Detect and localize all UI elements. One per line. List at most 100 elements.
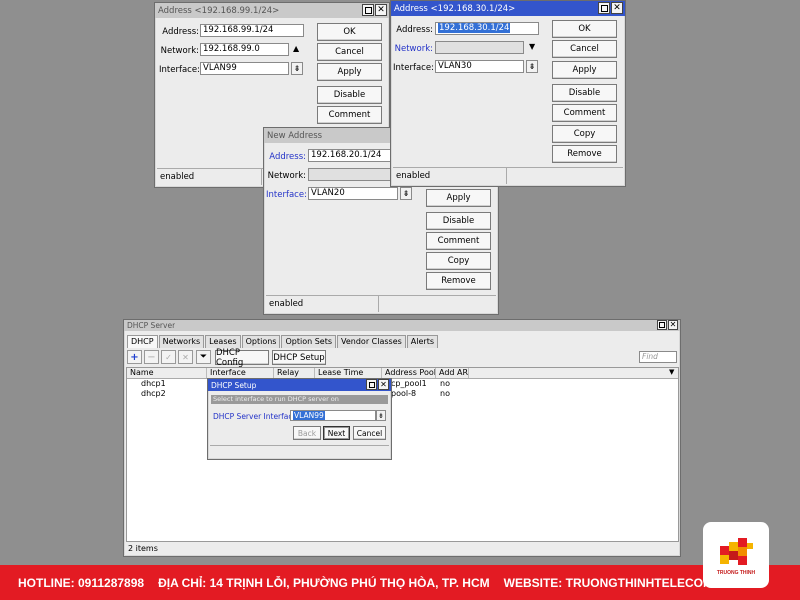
- dhcp-config-button[interactable]: DHCP Config: [215, 348, 269, 368]
- network-field[interactable]: 192.168.99.0: [200, 43, 289, 56]
- col-address-pool[interactable]: Address Pool: [382, 368, 436, 378]
- cancel-button[interactable]: Cancel: [353, 426, 386, 440]
- apply-button[interactable]: Apply: [317, 63, 382, 81]
- address-field[interactable]: 192.168.30.1/24: [435, 22, 539, 35]
- disable-button[interactable]: Disable: [426, 212, 491, 230]
- apply-button[interactable]: Apply: [552, 61, 617, 79]
- window-title: Address <192.168.99.1/24>: [158, 5, 280, 16]
- dhcp-interface-label: DHCP Server Interface:: [213, 412, 300, 421]
- col-add-arp[interactable]: Add AR...: [436, 368, 469, 378]
- find-input[interactable]: Find: [639, 351, 677, 363]
- status-cell: [379, 296, 496, 312]
- disable-icon[interactable]: ✕: [178, 350, 193, 364]
- interface-selected-text: VLAN99: [293, 411, 325, 420]
- close-icon[interactable]: ✕: [375, 4, 387, 16]
- apply-button[interactable]: Apply: [426, 189, 491, 207]
- address-label: Address:: [396, 25, 433, 35]
- title-bar[interactable]: Address <192.168.99.1/24> ✕: [155, 3, 389, 18]
- expand-arrow-icon[interactable]: ▼: [529, 42, 535, 51]
- row-arp: no: [440, 389, 450, 398]
- back-button: Back: [293, 426, 321, 440]
- disable-button[interactable]: Disable: [317, 86, 382, 104]
- col-lease-time[interactable]: Lease Time: [315, 368, 382, 378]
- hotline-text: HOTLINE: 0911287898: [18, 575, 145, 590]
- setup-hint-bar: Select interface to run DHCP server on: [211, 395, 388, 404]
- col-interface[interactable]: Interface: [207, 368, 274, 378]
- status-cell: [507, 168, 623, 184]
- address-label: Address:: [269, 152, 306, 162]
- col-filler: [469, 368, 666, 378]
- address-window-vlan30: Address <192.168.30.1/24> ✕ Address: 192…: [390, 0, 626, 187]
- interface-field[interactable]: VLAN20: [308, 187, 398, 200]
- dropdown-icon[interactable]: ⇟: [376, 410, 386, 421]
- cancel-button[interactable]: Cancel: [317, 43, 382, 61]
- address-selected-text: 192.168.30.1/24: [438, 23, 511, 33]
- tab-option-sets[interactable]: Option Sets: [281, 335, 336, 348]
- title-bar[interactable]: DHCP Server ✕: [124, 320, 680, 331]
- address-text: ĐỊA CHỈ: 14 TRỊNH LỖI, PHƯỜNG PHÚ THỌ HÒ…: [158, 575, 490, 590]
- tab-options[interactable]: Options: [241, 335, 281, 348]
- close-icon[interactable]: ✕: [378, 379, 389, 390]
- tab-vendor-classes[interactable]: Vendor Classes: [337, 335, 406, 348]
- status-text: enabled: [157, 169, 262, 185]
- dropdown-icon[interactable]: ⇟: [291, 62, 303, 75]
- enable-icon[interactable]: ✓: [161, 350, 176, 364]
- column-menu-icon[interactable]: ▼: [666, 368, 678, 378]
- interface-field[interactable]: VLAN30: [435, 60, 524, 73]
- tab-leases[interactable]: Leases: [205, 335, 241, 348]
- ok-button[interactable]: OK: [552, 20, 617, 38]
- maximize-icon[interactable]: [598, 2, 610, 14]
- dropdown-icon[interactable]: ⇟: [400, 187, 412, 200]
- title-bar[interactable]: Address <192.168.30.1/24> ✕: [391, 1, 625, 16]
- comment-button[interactable]: Comment: [317, 106, 382, 124]
- find-placeholder: Find: [642, 352, 658, 361]
- remove-icon[interactable]: −: [144, 350, 159, 364]
- logo-text: TRUONG THINH: [716, 570, 756, 576]
- remove-button[interactable]: Remove: [426, 272, 491, 290]
- company-logo: TRUONG THINH: [703, 522, 769, 588]
- collapse-arrow-icon[interactable]: ▲: [293, 44, 299, 53]
- ok-button[interactable]: OK: [317, 23, 382, 41]
- status-text: enabled: [266, 296, 379, 312]
- maximize-icon[interactable]: [366, 379, 377, 390]
- copy-button[interactable]: Copy: [552, 125, 617, 143]
- title-bar[interactable]: DHCP Setup ✕: [208, 379, 391, 391]
- tab-alerts[interactable]: Alerts: [406, 335, 439, 348]
- disable-button[interactable]: Disable: [552, 84, 617, 102]
- tab-bar: DHCP Networks Leases Options Option Sets…: [127, 335, 439, 348]
- comment-button[interactable]: Comment: [552, 104, 617, 122]
- status-bar: enabled: [266, 295, 496, 312]
- comment-button[interactable]: Comment: [426, 232, 491, 250]
- window-title: DHCP Setup: [211, 380, 257, 390]
- network-field: [308, 168, 398, 181]
- dhcp-interface-field[interactable]: VLAN99: [290, 410, 376, 421]
- network-label: Network:: [394, 44, 433, 54]
- dhcp-setup-dialog: DHCP Setup ✕ Select interface to run DHC…: [207, 378, 392, 460]
- filter-icon[interactable]: ⏷: [196, 350, 211, 364]
- close-icon[interactable]: ✕: [611, 2, 623, 14]
- address-label: Address:: [162, 27, 199, 37]
- address-field[interactable]: 192.168.99.1/24: [200, 24, 304, 37]
- close-icon[interactable]: ✕: [668, 320, 678, 330]
- window-title: DHCP Server: [127, 321, 176, 330]
- next-button[interactable]: Next: [323, 426, 350, 440]
- network-label: Network:: [160, 46, 199, 56]
- add-icon[interactable]: +: [127, 350, 142, 364]
- setup-hint: Select interface to run DHCP server on: [213, 395, 339, 403]
- interface-field[interactable]: VLAN99: [200, 62, 289, 75]
- maximize-icon[interactable]: [362, 4, 374, 16]
- network-label: Network:: [267, 171, 306, 181]
- tab-dhcp[interactable]: DHCP: [127, 335, 158, 348]
- cancel-button[interactable]: Cancel: [552, 40, 617, 58]
- tab-networks[interactable]: Networks: [158, 335, 205, 348]
- col-relay[interactable]: Relay: [274, 368, 315, 378]
- dropdown-icon[interactable]: ⇟: [526, 60, 538, 73]
- contact-banner: HOTLINE: 0911287898 ĐỊA CHỈ: 14 TRỊNH LỖ…: [0, 565, 800, 600]
- copy-button[interactable]: Copy: [426, 252, 491, 270]
- col-name[interactable]: Name: [127, 368, 207, 378]
- status-text: enabled: [393, 168, 507, 184]
- dhcp-setup-button[interactable]: DHCP Setup: [272, 350, 326, 365]
- maximize-icon[interactable]: [657, 320, 667, 330]
- remove-button[interactable]: Remove: [552, 145, 617, 163]
- window-title: Address <192.168.30.1/24>: [394, 3, 516, 14]
